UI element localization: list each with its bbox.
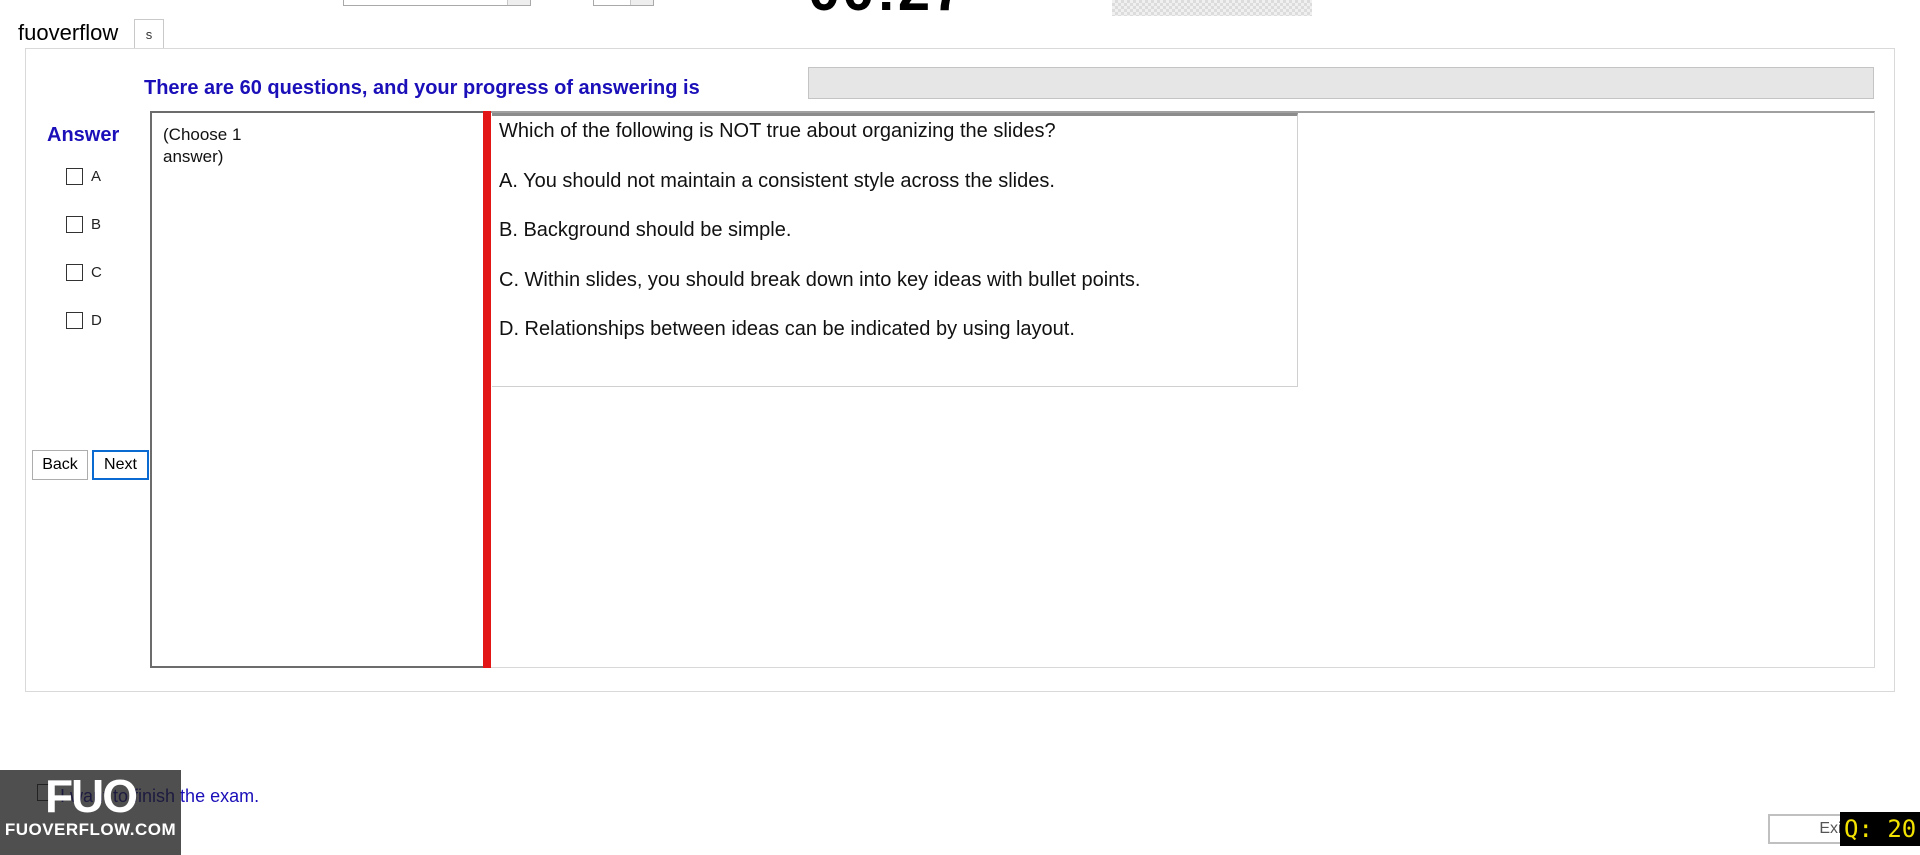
answer-option-c[interactable]: C — [66, 261, 102, 283]
question-number-badge: Q: 20 — [1840, 812, 1920, 846]
answer-option-a[interactable]: A — [66, 165, 101, 187]
splitter-bar[interactable] — [483, 111, 491, 668]
watermark-logo-text: FUO — [44, 770, 138, 822]
question-text: Which of the following is NOT true about… — [499, 120, 1056, 142]
progress-label: There are 60 questions, and your progres… — [144, 77, 700, 99]
top-small-combo[interactable] — [593, 0, 654, 6]
tab[interactable]: s — [134, 19, 164, 49]
question-choice-a: A. You should not maintain a consistent … — [499, 170, 1055, 192]
checkbox-b[interactable] — [66, 215, 83, 233]
watermark-logo: FUO FUOVERFLOW.COM — [0, 770, 181, 855]
watermark-site-text: FUOVERFLOW.COM — [4, 820, 177, 839]
combo-arrow[interactable] — [507, 0, 530, 5]
checkbox-a[interactable] — [66, 167, 83, 185]
question-choice-b: B. Background should be simple. — [499, 219, 792, 241]
question-choice-d: D. Relationships between ideas can be in… — [499, 318, 1075, 340]
option-label-c: C — [91, 263, 102, 281]
small-combo-arrow[interactable] — [630, 0, 653, 5]
progress-bar — [808, 67, 1874, 99]
choose-hint: (Choose 1 answer) — [163, 125, 242, 166]
top-status-area — [1112, 0, 1312, 16]
answer-option-b[interactable]: B — [66, 213, 101, 235]
question-choice-c: C. Within slides, you should break down … — [499, 269, 1141, 291]
checkbox-d[interactable] — [66, 311, 83, 329]
back-button[interactable]: Back — [32, 450, 88, 480]
brand-label: fuoverflow — [18, 20, 119, 45]
next-button[interactable]: Next — [92, 450, 149, 480]
timer: 00:27 — [808, 0, 966, 20]
question-card — [492, 113, 1298, 387]
option-label-a: A — [91, 167, 102, 185]
option-label-d: D — [91, 311, 102, 329]
answer-option-d[interactable]: D — [66, 309, 102, 331]
top-combo-box[interactable] — [343, 0, 531, 6]
choose-hint-box — [150, 111, 483, 668]
option-label-b: B — [91, 215, 102, 233]
checkbox-c[interactable] — [66, 263, 83, 281]
answer-title: Answer — [47, 124, 120, 146]
